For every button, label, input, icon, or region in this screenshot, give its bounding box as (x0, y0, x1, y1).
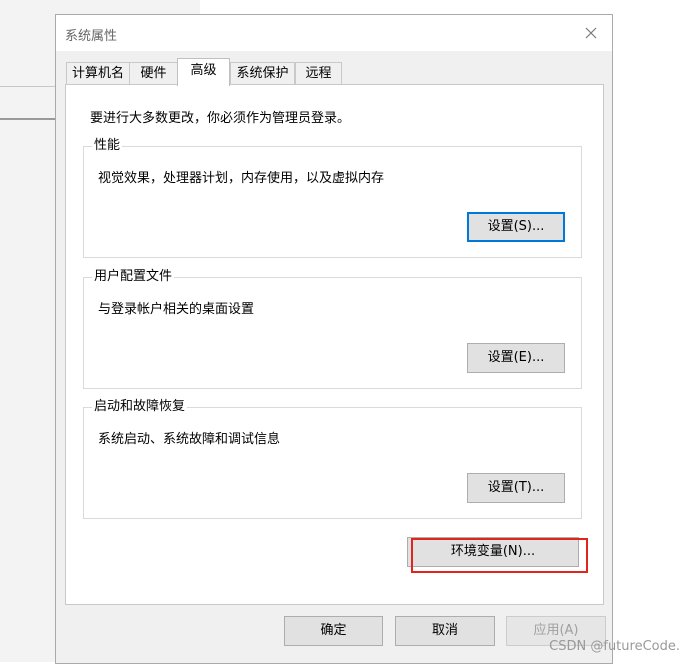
title-bar: 系统属性 (56, 15, 612, 51)
startup-recovery-settings-button[interactable]: 设置(T)... (467, 473, 565, 503)
user-profiles-description: 与登录帐户相关的桌面设置 (98, 302, 255, 317)
user-profiles-group: 用户配置文件 与登录帐户相关的桌面设置 设置(E)... (83, 269, 582, 389)
performance-group-title: 性能 (92, 138, 123, 154)
system-properties-dialog: 系统属性 计算机名 硬件 高级 系统保护 远程 要进行大多数更改，你必须作为管理… (55, 14, 613, 664)
environment-variables-button[interactable]: 环境变量(N)... (407, 537, 579, 567)
admin-notice: 要进行大多数更改，你必须作为管理员登录。 (90, 111, 351, 126)
tab-remote[interactable]: 远程 (295, 62, 342, 84)
performance-settings-button[interactable]: 设置(S)... (467, 212, 565, 242)
user-profiles-group-title: 用户配置文件 (92, 269, 175, 285)
startup-recovery-group-title: 启动和故障恢复 (92, 399, 188, 415)
tab-computer-name[interactable]: 计算机名 (66, 62, 130, 84)
performance-description: 视觉效果，处理器计划，内存使用，以及虚拟内存 (98, 171, 385, 186)
background-divider (0, 86, 56, 87)
tab-system-protection[interactable]: 系统保护 (230, 62, 295, 84)
user-profiles-settings-button[interactable]: 设置(E)... (467, 343, 565, 373)
tab-advanced[interactable]: 高级 (177, 58, 230, 86)
cancel-button[interactable]: 取消 (395, 616, 495, 646)
performance-group: 性能 视觉效果，处理器计划，内存使用，以及虚拟内存 设置(S)... (83, 138, 582, 258)
startup-recovery-group: 启动和故障恢复 系统启动、系统故障和调试信息 设置(T)... (83, 399, 582, 519)
tab-hardware[interactable]: 硬件 (129, 62, 178, 84)
dialog-title: 系统属性 (65, 29, 118, 44)
close-icon[interactable] (578, 20, 604, 46)
background-divider (0, 118, 56, 120)
ok-button[interactable]: 确定 (284, 616, 383, 646)
startup-recovery-description: 系统启动、系统故障和调试信息 (98, 432, 281, 447)
advanced-tab-panel: 要进行大多数更改，你必须作为管理员登录。 性能 视觉效果，处理器计划，内存使用，… (65, 84, 604, 605)
watermark: CSDN @futureCode. (549, 639, 680, 654)
